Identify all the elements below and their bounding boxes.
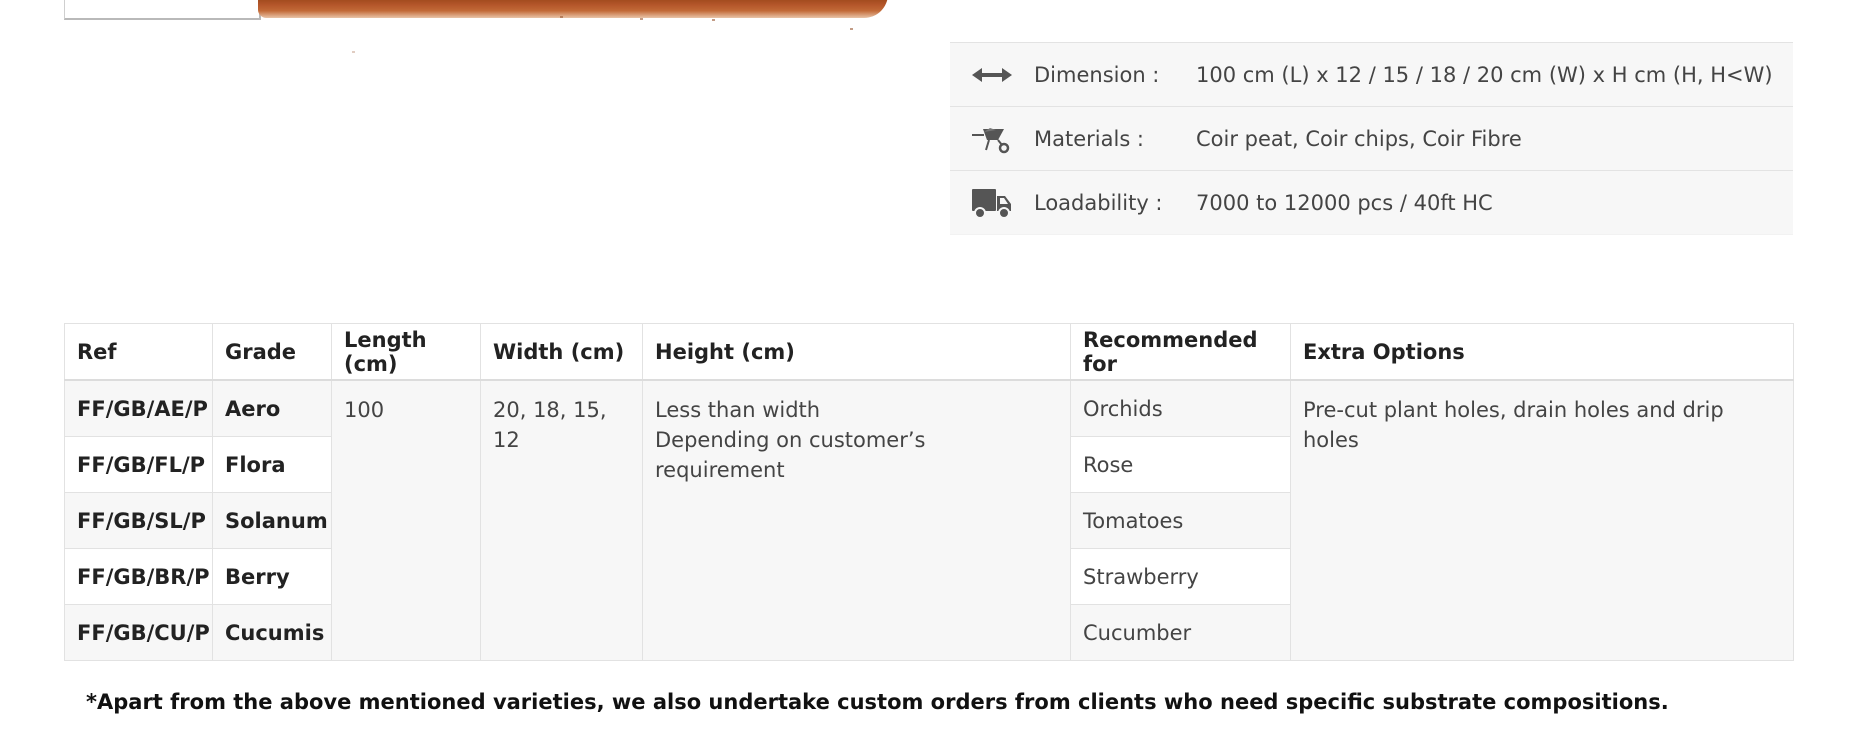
column-header-recommended: Recommended for bbox=[1070, 323, 1291, 381]
column-header-extra-options: Extra Options bbox=[1290, 323, 1794, 381]
height-cell: Less than width Depending on customer’s … bbox=[642, 379, 1071, 661]
column-header-ref: Ref bbox=[64, 323, 213, 381]
spec-value: 7000 to 12000 pcs / 40ft HC bbox=[1196, 190, 1493, 215]
column-header-length: Length (cm) bbox=[331, 323, 481, 381]
recommended-cell: Rose bbox=[1070, 436, 1291, 493]
footnote: *Apart from the above mentioned varietie… bbox=[86, 690, 1669, 714]
spec-row-materials: Materials : Coir peat, Coir chips, Coir … bbox=[950, 106, 1793, 170]
recommended-cell: Cucumber bbox=[1070, 604, 1291, 661]
spec-value: 100 cm (L) x 12 / 15 / 18 / 20 cm (W) x … bbox=[1196, 62, 1773, 87]
grade-cell: Solanum bbox=[212, 492, 332, 549]
grade-table: Ref Grade Length (cm) Width (cm) Height … bbox=[64, 323, 1794, 661]
spec-row-loadability: Loadability : 7000 to 12000 pcs / 40ft H… bbox=[950, 170, 1793, 235]
spec-label: Dimension : bbox=[1034, 62, 1160, 87]
product-spec-page: Dimension : 100 cm (L) x 12 / 15 / 18 / … bbox=[0, 0, 1856, 735]
column-header-grade: Grade bbox=[212, 323, 332, 381]
truck-icon bbox=[950, 187, 1034, 219]
column-header-height: Height (cm) bbox=[642, 323, 1071, 381]
spec-list: Dimension : 100 cm (L) x 12 / 15 / 18 / … bbox=[950, 42, 1793, 235]
spec-label: Materials : bbox=[1034, 126, 1145, 151]
length-cell: 100 bbox=[331, 379, 481, 661]
column-header-width: Width (cm) bbox=[480, 323, 643, 381]
recommended-cell: Strawberry bbox=[1070, 548, 1291, 605]
height-line: Depending on customer’s requirement bbox=[655, 428, 926, 482]
height-line: Less than width bbox=[655, 398, 821, 422]
double-arrow-icon bbox=[950, 66, 1034, 84]
grade-cell: Berry bbox=[212, 548, 332, 605]
grade-cell: Aero bbox=[212, 379, 332, 437]
ref-cell: FF/GB/SL/P bbox=[64, 492, 213, 549]
recommended-cell: Tomatoes bbox=[1070, 492, 1291, 549]
width-cell: 20, 18, 15, 12 bbox=[480, 379, 643, 661]
extra-options-cell: Pre-cut plant holes, drain holes and dri… bbox=[1290, 379, 1794, 661]
spec-row-dimension: Dimension : 100 cm (L) x 12 / 15 / 18 / … bbox=[950, 42, 1793, 106]
ref-cell: FF/GB/FL/P bbox=[64, 436, 213, 493]
spec-label: Loadability : bbox=[1034, 190, 1163, 215]
ref-cell: FF/GB/BR/P bbox=[64, 548, 213, 605]
grade-cell: Flora bbox=[212, 436, 332, 493]
ref-cell: FF/GB/AE/P bbox=[64, 379, 213, 437]
recommended-cell: Orchids bbox=[1070, 379, 1291, 437]
product-photo-label-card bbox=[64, 0, 261, 20]
table-header-row: Ref Grade Length (cm) Width (cm) Height … bbox=[64, 323, 1794, 381]
spec-value: Coir peat, Coir chips, Coir Fibre bbox=[1196, 126, 1522, 151]
ref-cell: FF/GB/CU/P bbox=[64, 604, 213, 661]
wheelbarrow-icon bbox=[950, 124, 1034, 154]
grade-cell: Cucumis bbox=[212, 604, 332, 661]
table-row: FF/GB/AE/P Aero 100 20, 18, 15, 12 Less … bbox=[64, 379, 1794, 661]
product-photo-grow-bag bbox=[258, 0, 888, 18]
